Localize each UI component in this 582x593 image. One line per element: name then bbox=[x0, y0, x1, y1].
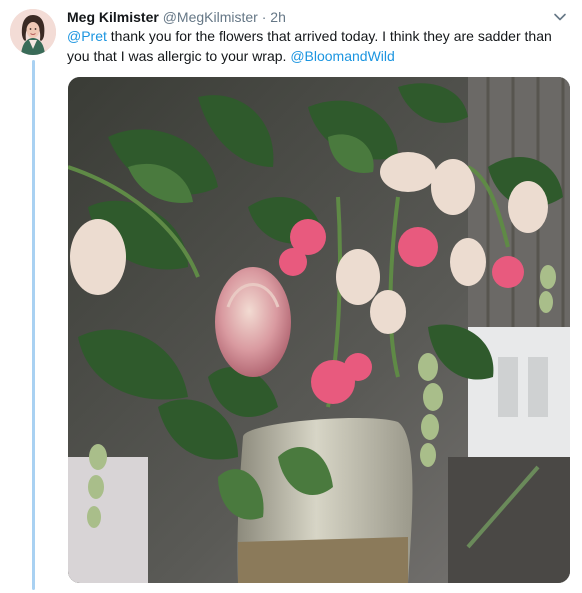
tweet-timestamp[interactable]: 2h bbox=[270, 9, 286, 25]
chevron-down-icon[interactable] bbox=[552, 9, 568, 25]
tweet-photo[interactable] bbox=[68, 77, 570, 583]
tweet-text: @Pret thank you for the flowers that arr… bbox=[67, 27, 567, 66]
tweet-header: Meg Kilmister @MegKilmister · 2h bbox=[67, 7, 568, 27]
flowers-photo-image bbox=[68, 77, 570, 583]
avatar[interactable] bbox=[10, 9, 56, 55]
avatar-image bbox=[10, 9, 56, 55]
author-handle[interactable]: @MegKilmister bbox=[163, 9, 258, 25]
thread-connector-line bbox=[32, 60, 35, 590]
separator-dot: · bbox=[261, 9, 267, 25]
mention-link-bloomandwild[interactable]: @BloomandWild bbox=[290, 48, 394, 64]
author-name[interactable]: Meg Kilmister bbox=[67, 9, 159, 25]
mention-link-pret[interactable]: @Pret bbox=[67, 28, 107, 44]
